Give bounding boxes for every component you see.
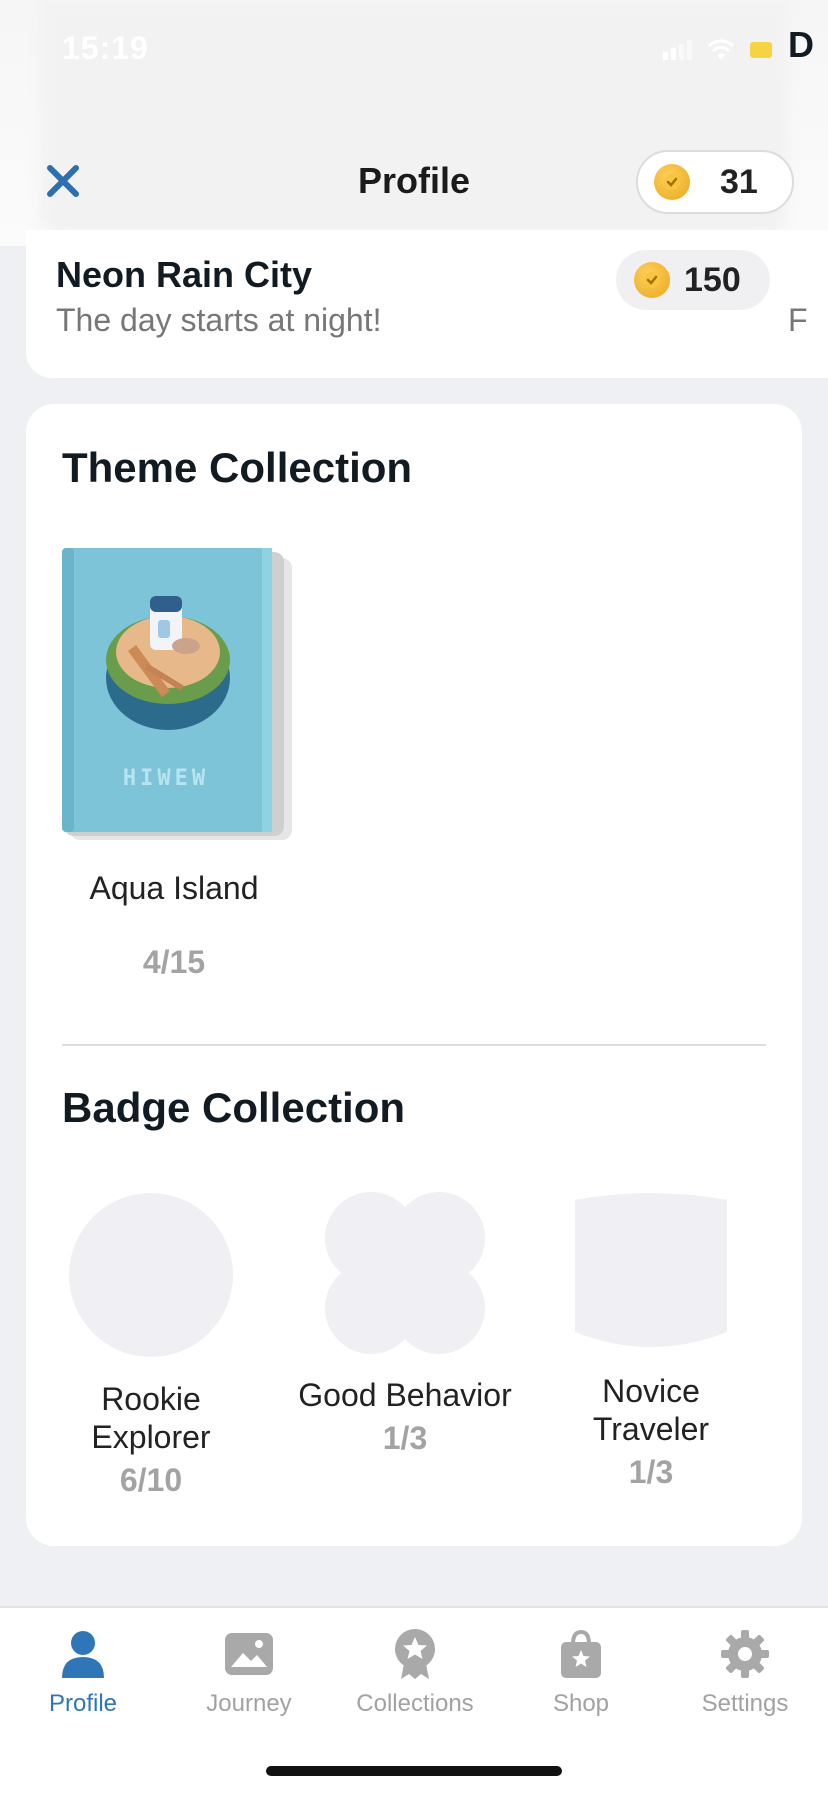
battery-icon — [750, 42, 772, 58]
badge-progress: 1/3 — [628, 1454, 674, 1490]
award-icon — [395, 1629, 435, 1679]
tab-label: Collections — [356, 1690, 474, 1717]
badge-progress: 1/3 — [382, 1420, 428, 1456]
coin-icon — [654, 164, 690, 200]
person-icon — [62, 1631, 104, 1678]
circle-icon — [69, 1193, 233, 1357]
gear-icon — [721, 1630, 769, 1678]
theme-item-name: Neon Rain City — [56, 254, 313, 295]
shopping-bag-icon — [561, 1630, 601, 1678]
badge-novice-traveler[interactable]: Novice Traveler 1/3 — [528, 1192, 774, 1491]
tab-journey[interactable]: Journey — [166, 1626, 332, 1726]
tab-collections[interactable]: Collections — [332, 1626, 498, 1726]
badge-progress: 6/10 — [119, 1462, 183, 1498]
tab-label: Profile — [48, 1690, 118, 1717]
coin-balance-pill[interactable]: 31 — [636, 150, 794, 214]
tab-label: Journey — [206, 1690, 292, 1717]
tab-label: Shop — [552, 1690, 610, 1717]
wifi-icon — [707, 39, 735, 60]
badge-name: Good Behavior — [298, 1377, 512, 1413]
book-cover-text: HIWEW — [122, 766, 210, 791]
theme-progress: 4/15 — [142, 944, 206, 980]
tab-label: Settings — [701, 1690, 789, 1717]
status-time: 15:19 — [62, 30, 149, 66]
status-bar: 15:19 — [0, 0, 828, 100]
badge-name: Novice Traveler — [592, 1373, 710, 1447]
shield-icon — [575, 1193, 727, 1347]
badge-rookie-explorer[interactable]: Rookie Explorer 6/10 — [28, 1192, 274, 1499]
current-theme-card[interactable]: Neon Rain City The day starts at night! … — [26, 230, 828, 378]
coin-balance: 31 — [720, 162, 758, 201]
theme-aqua-island[interactable]: HIWEW — [62, 548, 294, 842]
home-indicator[interactable] — [266, 1766, 562, 1776]
header: Profile 31 — [0, 140, 828, 220]
image-icon — [225, 1633, 273, 1675]
next-theme-desc-peek: F — [788, 302, 808, 338]
theme-collection-title: Theme Collection — [62, 444, 413, 491]
theme-name: Aqua Island — [89, 870, 259, 906]
badge-name: Rookie Explorer — [91, 1381, 211, 1455]
coin-icon — [634, 262, 670, 298]
collection-card: Theme Collection HIWEW Aqua Island 4/15 … — [26, 404, 802, 1546]
flower-icon — [325, 1192, 485, 1354]
badge-collection-title: Badge Collection — [62, 1084, 406, 1131]
theme-item-description: The day starts at night! — [56, 302, 382, 338]
tab-shop[interactable]: Shop — [498, 1626, 664, 1726]
section-divider — [62, 1044, 766, 1046]
tab-profile[interactable]: Profile — [0, 1626, 166, 1726]
status-icons — [663, 38, 772, 62]
next-theme-name-peek: D — [788, 24, 814, 65]
badge-good-behavior[interactable]: Good Behavior 1/3 — [282, 1192, 528, 1457]
theme-price-pill[interactable]: 150 — [616, 250, 770, 310]
tab-settings[interactable]: Settings — [662, 1626, 828, 1726]
theme-price: 150 — [684, 260, 741, 299]
cellular-signal-icon — [663, 40, 692, 60]
aqua-island-book-icon — [62, 548, 292, 840]
